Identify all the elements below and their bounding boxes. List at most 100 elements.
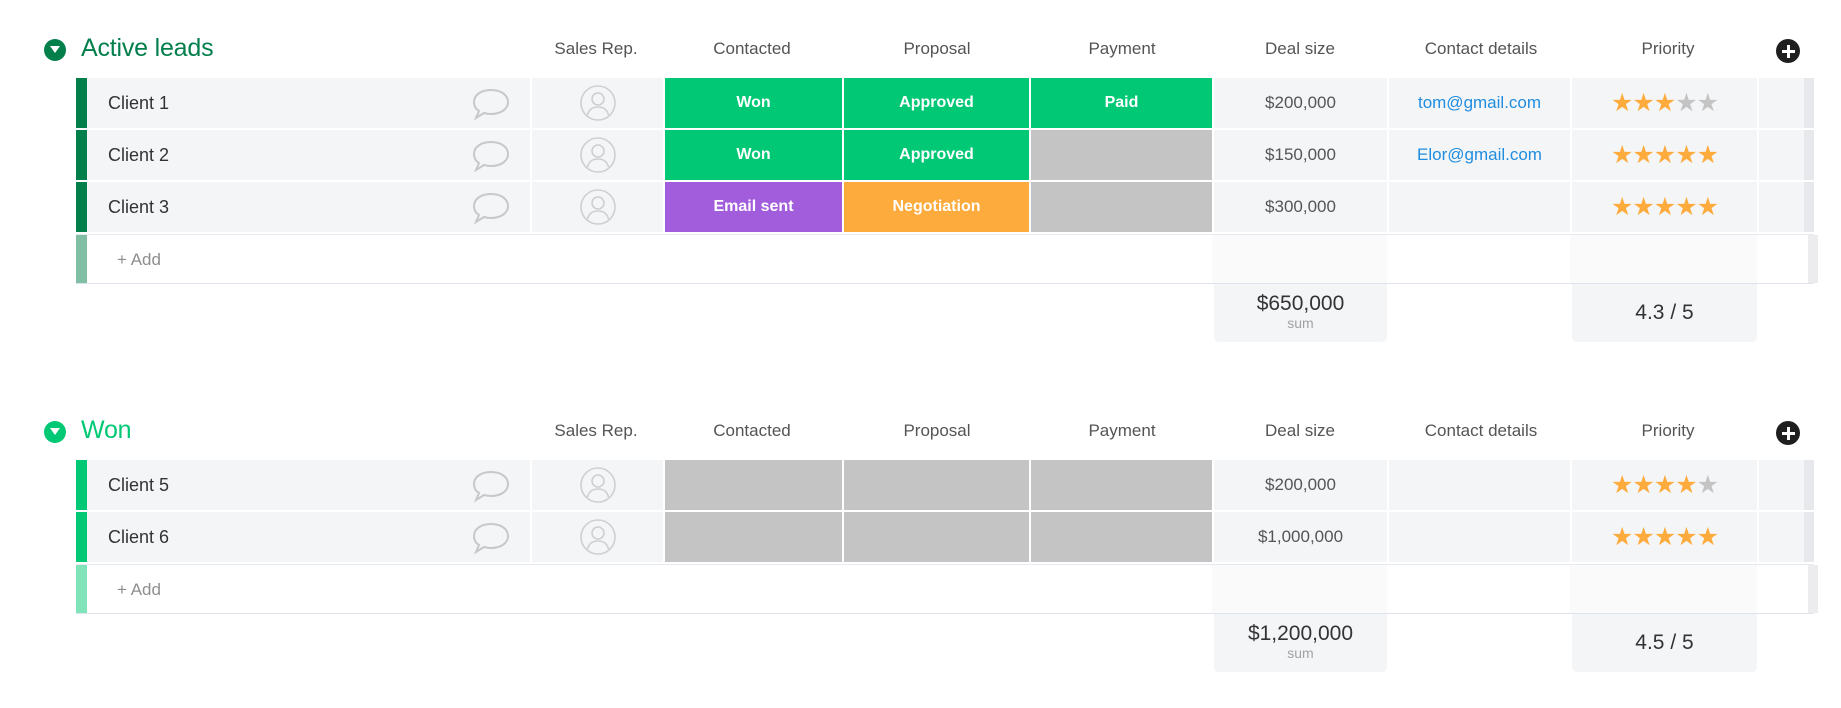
sales-rep-cell[interactable] [530, 130, 663, 180]
priority-rating[interactable]: ★ ★ ★ ★ ★ [1570, 78, 1757, 128]
chat-bubble-icon[interactable] [471, 521, 511, 555]
add-item-input[interactable]: + Add [117, 580, 161, 600]
star-icon[interactable]: ★ [1697, 192, 1719, 222]
chat-bubble-icon[interactable] [471, 139, 511, 173]
star-icon[interactable]: ★ [1632, 522, 1654, 552]
status-payment[interactable] [1029, 182, 1212, 232]
person-circle-icon[interactable] [579, 518, 617, 556]
sales-rep-cell[interactable] [530, 182, 663, 232]
column-header-sales-rep[interactable]: Sales Rep. [506, 421, 686, 441]
status-payment[interactable]: Paid [1029, 78, 1212, 128]
plus-circle-icon[interactable] [1776, 421, 1800, 445]
sales-rep-cell[interactable] [530, 512, 663, 562]
priority-summary[interactable]: 4.5 / 5 [1572, 614, 1757, 672]
contact-details-cell[interactable]: tom@gmail.com [1387, 78, 1570, 128]
status-proposal[interactable] [842, 512, 1029, 562]
column-header-contacted[interactable]: Contacted [662, 39, 842, 59]
star-icon[interactable]: ★ [1632, 88, 1654, 118]
star-icon[interactable]: ★ [1654, 522, 1676, 552]
status-contacted[interactable] [663, 460, 842, 510]
column-header-proposal[interactable]: Proposal [847, 39, 1027, 59]
star-icon[interactable]: ★ [1654, 192, 1676, 222]
star-icon[interactable]: ★ [1654, 470, 1676, 500]
priority-rating[interactable]: ★ ★ ★ ★ ★ [1570, 130, 1757, 180]
star-icon[interactable]: ★ [1611, 522, 1633, 552]
contact-details-cell[interactable]: Elor@gmail.com [1387, 130, 1570, 180]
contact-details-cell[interactable] [1387, 182, 1570, 232]
star-icon[interactable]: ★ [1654, 140, 1676, 170]
star-icon[interactable]: ★ [1654, 88, 1676, 118]
star-icon[interactable]: ★ [1611, 192, 1633, 222]
item-name[interactable]: Client 1 [108, 78, 169, 128]
star-icon[interactable]: ★ [1675, 140, 1697, 170]
column-header-payment[interactable]: Payment [1032, 39, 1212, 59]
contact-details-cell[interactable] [1387, 512, 1570, 562]
column-header-payment[interactable]: Payment [1032, 421, 1212, 441]
star-icon[interactable]: ★ [1675, 522, 1697, 552]
column-header-contact-details[interactable]: Contact details [1391, 421, 1571, 441]
add-item-row[interactable]: + Add [76, 564, 1818, 614]
deal-size-cell[interactable]: $200,000 [1212, 78, 1387, 128]
add-item-row[interactable]: + Add [76, 234, 1818, 284]
star-icon[interactable]: ★ [1697, 140, 1719, 170]
star-icon[interactable]: ★ [1697, 470, 1719, 500]
priority-rating[interactable]: ★ ★ ★ ★ ★ [1570, 182, 1757, 232]
priority-rating[interactable]: ★ ★ ★ ★ ★ [1570, 460, 1757, 510]
column-header-sales-rep[interactable]: Sales Rep. [506, 39, 686, 59]
group-title[interactable]: Active leads [81, 34, 214, 63]
chat-bubble-icon[interactable] [471, 469, 511, 503]
status-contacted[interactable] [663, 512, 842, 562]
column-header-priority[interactable]: Priority [1578, 421, 1758, 441]
deal-size-cell[interactable]: $300,000 [1212, 182, 1387, 232]
priority-rating[interactable]: ★ ★ ★ ★ ★ [1570, 512, 1757, 562]
star-icon[interactable]: ★ [1632, 140, 1654, 170]
star-icon[interactable]: ★ [1632, 470, 1654, 500]
star-icon[interactable]: ★ [1611, 140, 1633, 170]
deal-size-cell[interactable]: $200,000 [1212, 460, 1387, 510]
star-icon[interactable]: ★ [1675, 192, 1697, 222]
item-name[interactable]: Client 3 [108, 182, 169, 232]
star-icon[interactable]: ★ [1632, 192, 1654, 222]
person-circle-icon[interactable] [579, 188, 617, 226]
group-title[interactable]: Won [81, 416, 132, 445]
person-circle-icon[interactable] [579, 84, 617, 122]
chat-bubble-icon[interactable] [471, 87, 511, 121]
status-proposal[interactable]: Negotiation [842, 182, 1029, 232]
sales-rep-cell[interactable] [530, 460, 663, 510]
item-name[interactable]: Client 6 [108, 512, 169, 562]
status-contacted[interactable]: Won [663, 130, 842, 180]
chevron-down-circle-icon[interactable] [44, 39, 66, 61]
column-header-priority[interactable]: Priority [1578, 39, 1758, 59]
status-payment[interactable] [1029, 130, 1212, 180]
star-icon[interactable]: ★ [1611, 88, 1633, 118]
deal-size-summary[interactable]: $650,000 sum [1214, 284, 1387, 342]
deal-size-cell[interactable]: $150,000 [1212, 130, 1387, 180]
star-icon[interactable]: ★ [1697, 522, 1719, 552]
item-name[interactable]: Client 5 [108, 460, 169, 510]
deal-size-summary[interactable]: $1,200,000 sum [1214, 614, 1387, 672]
column-header-contact-details[interactable]: Contact details [1391, 39, 1571, 59]
status-payment[interactable] [1029, 512, 1212, 562]
status-contacted[interactable]: Email sent [663, 182, 842, 232]
person-circle-icon[interactable] [579, 136, 617, 174]
column-header-deal-size[interactable]: Deal size [1210, 39, 1390, 59]
item-name[interactable]: Client 2 [108, 130, 169, 180]
deal-size-cell[interactable]: $1,000,000 [1212, 512, 1387, 562]
chevron-down-circle-icon[interactable] [44, 421, 66, 443]
plus-circle-icon[interactable] [1776, 39, 1800, 63]
column-header-proposal[interactable]: Proposal [847, 421, 1027, 441]
status-payment[interactable] [1029, 460, 1212, 510]
person-circle-icon[interactable] [579, 466, 617, 504]
status-proposal[interactable] [842, 460, 1029, 510]
status-proposal[interactable]: Approved [842, 130, 1029, 180]
status-contacted[interactable]: Won [663, 78, 842, 128]
contact-details-cell[interactable] [1387, 460, 1570, 510]
status-proposal[interactable]: Approved [842, 78, 1029, 128]
star-icon[interactable]: ★ [1697, 88, 1719, 118]
column-header-contacted[interactable]: Contacted [662, 421, 842, 441]
star-icon[interactable]: ★ [1675, 470, 1697, 500]
add-item-input[interactable]: + Add [117, 250, 161, 270]
chat-bubble-icon[interactable] [471, 191, 511, 225]
column-header-deal-size[interactable]: Deal size [1210, 421, 1390, 441]
sales-rep-cell[interactable] [530, 78, 663, 128]
